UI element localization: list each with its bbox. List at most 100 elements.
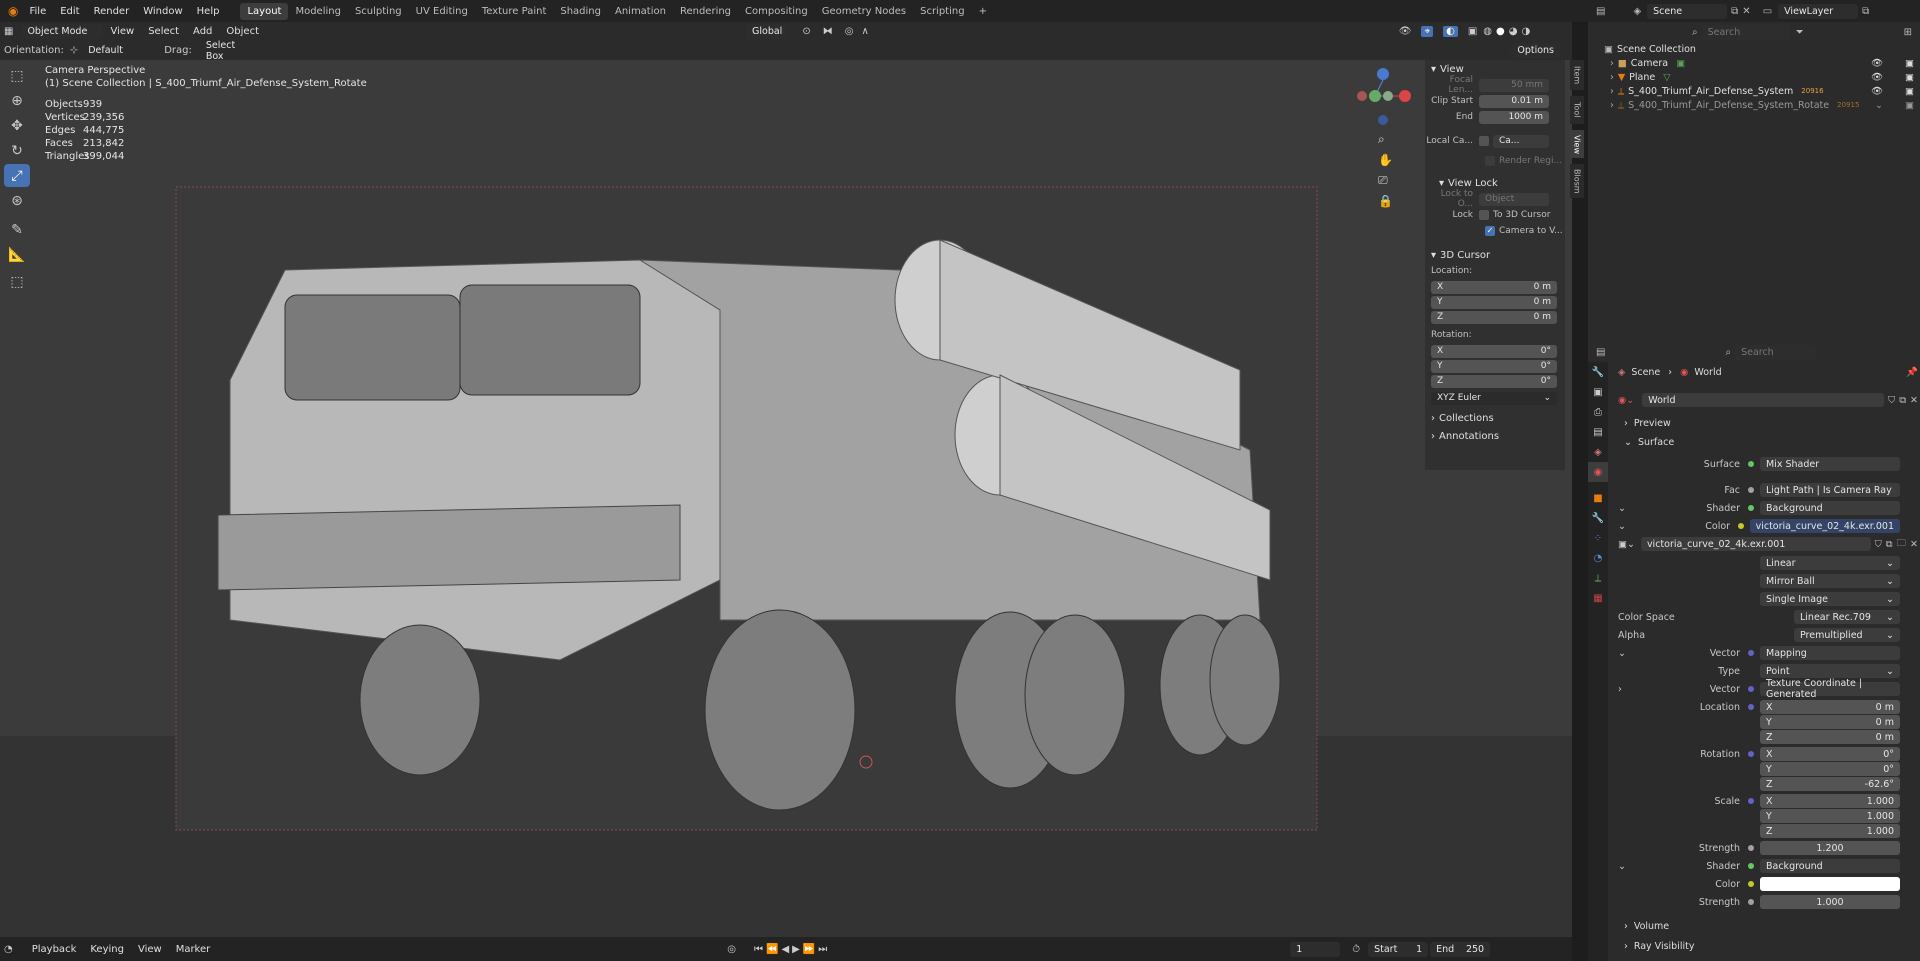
image-browse-icon[interactable]: ▣⌄ [1618,539,1635,550]
tab-item[interactable]: Item [1570,60,1584,90]
current-frame-field[interactable]: 1 [1290,941,1341,957]
eye-icon[interactable]: 👁 [1871,72,1883,83]
editor-type-icon[interactable]: ▤ [1596,6,1605,17]
hidden-eye-icon[interactable]: ⌄ [1875,100,1883,111]
collapse-icon[interactable]: ⌄ [1618,503,1634,514]
tab-uv-editing[interactable]: UV Editing [409,3,475,20]
playback-controls[interactable]: ⏮⏪◀▶⏩⏭ [754,944,830,955]
tab-texture-paint[interactable]: Texture Paint [475,3,554,20]
menu-marker[interactable]: Marker [169,944,218,955]
lock-to-object-field[interactable]: Object [1479,192,1549,206]
menu-object[interactable]: Object [219,26,266,37]
vector-field[interactable]: Mapping [1760,646,1900,660]
editor-type-icon[interactable]: ▦ [4,26,13,37]
camera-to-view-checkbox[interactable]: ✓ [1485,226,1495,236]
3d-cursor-header[interactable]: ▾ 3D Cursor [1425,246,1565,264]
duplicate-icon[interactable]: ⧉ [1899,395,1906,406]
cursor-rot-y[interactable]: Y 0° [1425,359,1565,373]
record-icon[interactable]: ◎ [727,944,736,955]
collections-header[interactable]: › Collections [1425,409,1565,427]
rendered-shading-icon[interactable]: ◑ [1522,26,1531,37]
menu-edit[interactable]: Edit [53,6,86,17]
world-name-field[interactable]: World [1642,393,1885,407]
ray-visibility-panel-header[interactable]: › Ray Visibility [1618,938,1918,954]
orientation-selector[interactable]: Default [82,43,151,58]
scene-tab-icon[interactable]: ◈ [1588,442,1608,462]
menu-view-timeline[interactable]: View [131,944,169,955]
mode-selector[interactable]: Object Mode [21,24,104,39]
collapse-icon[interactable]: ⌄ [1618,521,1633,532]
falloff-icon[interactable]: ∧ [861,26,868,37]
menu-playback[interactable]: Playback [25,944,84,955]
zoom-icon[interactable]: ⌕ [1378,132,1393,147]
render-camera-icon[interactable]: ▣ [1905,86,1914,97]
unlink-icon[interactable]: ✕ [1910,395,1918,406]
output-tab-icon[interactable]: ⎙ [1588,402,1608,422]
location-z-field[interactable]: Z0 m [1760,730,1900,744]
world-tab-icon[interactable]: ◉ [1588,462,1608,482]
preview-panel-header[interactable]: › Preview [1618,415,1918,431]
expand-icon[interactable]: › [1618,684,1634,695]
pan-hand-icon[interactable]: ✋ [1378,153,1393,167]
cursor-rot-x[interactable]: X 0° [1425,344,1565,358]
view-layer-tab-icon[interactable]: ▤ [1588,422,1608,442]
visibility-icon[interactable]: 👁 [1399,26,1412,37]
unlink-icon[interactable]: ✕ [1910,539,1918,550]
wireframe-shading-icon[interactable]: ◍ [1483,26,1492,37]
outliner-item-plane[interactable]: › ▼ Plane ▽ 👁 ▣ [1588,70,1920,84]
fake-user-icon[interactable]: ⛉ [1888,395,1895,406]
editor-type-icon[interactable]: ▤ [1596,347,1605,358]
tab-modeling[interactable]: Modeling [288,3,348,20]
end-frame-field[interactable]: End 250 [1430,941,1491,957]
color-texture-field[interactable]: victoria_curve_02_4k.exr.001 [1749,519,1900,533]
start-frame-field[interactable]: Start 1 [1368,941,1429,957]
collapse-icon[interactable]: ⌄ [1618,861,1634,872]
render-camera-icon[interactable]: ▣ [1905,72,1914,83]
vector2-field[interactable]: Texture Coordinate | Generated [1760,678,1900,700]
rotate-tool-icon[interactable]: ↻ [4,139,30,162]
tab-geometry-nodes[interactable]: Geometry Nodes [815,3,913,20]
pivot-icon[interactable]: ⊙ [802,26,810,37]
clip-end-field[interactable]: 1000 m [1479,110,1549,124]
tab-compositing[interactable]: Compositing [738,3,815,20]
menu-window[interactable]: Window [136,6,189,17]
eye-icon[interactable]: 👁 [1871,58,1883,69]
clip-start-field[interactable]: 0.01 m [1479,94,1549,108]
move-tool-icon[interactable]: ✥ [4,114,30,137]
interpolation-selector[interactable]: Linear ⌄ [1760,556,1900,570]
cursor-loc-x[interactable]: X0 m [1425,280,1565,294]
overlay-toggle-icon[interactable]: ◐ [1443,26,1458,37]
new-collection-icon[interactable]: ⊞ [1904,27,1912,38]
color-space-selector[interactable]: Linear Rec.709 ⌄ [1794,610,1900,624]
fake-user-icon[interactable]: ⛉ [1875,539,1882,550]
outliner-search-input[interactable]: Search [1701,24,1790,40]
menu-select[interactable]: Select [141,26,186,37]
outliner-scene-collection[interactable]: ▣ Scene Collection [1588,42,1920,56]
source-selector[interactable]: Single Image ⌄ [1760,592,1900,606]
scale-tool-icon[interactable]: ⤢ [4,164,30,187]
physics-tab-icon[interactable]: ◔ [1588,548,1608,568]
scene-selector[interactable]: Scene [1647,3,1728,19]
outliner-item-s400-rotate[interactable]: › ⟂ S_400_Triumf_Air_Defense_System_Rotate… [1588,98,1920,112]
gizmo-toggle-icon[interactable]: ⌖ [1421,26,1434,37]
tab-blosm[interactable]: Blosm [1570,164,1584,198]
new-view-layer-icon[interactable]: ⧉ [1862,6,1869,17]
tab-shading[interactable]: Shading [553,3,608,20]
tab-layout[interactable]: Layout [240,2,289,20]
local-camera-field[interactable]: Ca... [1493,134,1549,148]
open-folder-icon[interactable]: 🗀 [1897,536,1907,552]
projection-selector[interactable]: Mirror Ball ⌄ [1760,574,1900,588]
annotations-header[interactable]: › Annotations [1425,427,1565,445]
shader2-field[interactable]: Background [1760,859,1900,873]
alpha-selector[interactable]: Premultiplied ⌄ [1794,628,1900,642]
measure-tool-icon[interactable]: 📐 [4,243,30,266]
menu-add[interactable]: Add [186,26,219,37]
tab-scripting[interactable]: Scripting [913,3,971,20]
fac-field[interactable]: Light Path | Is Camera Ray [1760,483,1900,497]
rotation-y-field[interactable]: Y 0° [1760,762,1900,776]
menu-keying[interactable]: Keying [83,944,131,955]
surface-field[interactable]: Mix Shader [1760,457,1900,471]
mapping-type-selector[interactable]: Point ⌄ [1760,664,1900,678]
pin-icon[interactable]: 📌 [1906,367,1918,378]
scale-y-field[interactable]: Y 1.000 [1760,809,1900,823]
